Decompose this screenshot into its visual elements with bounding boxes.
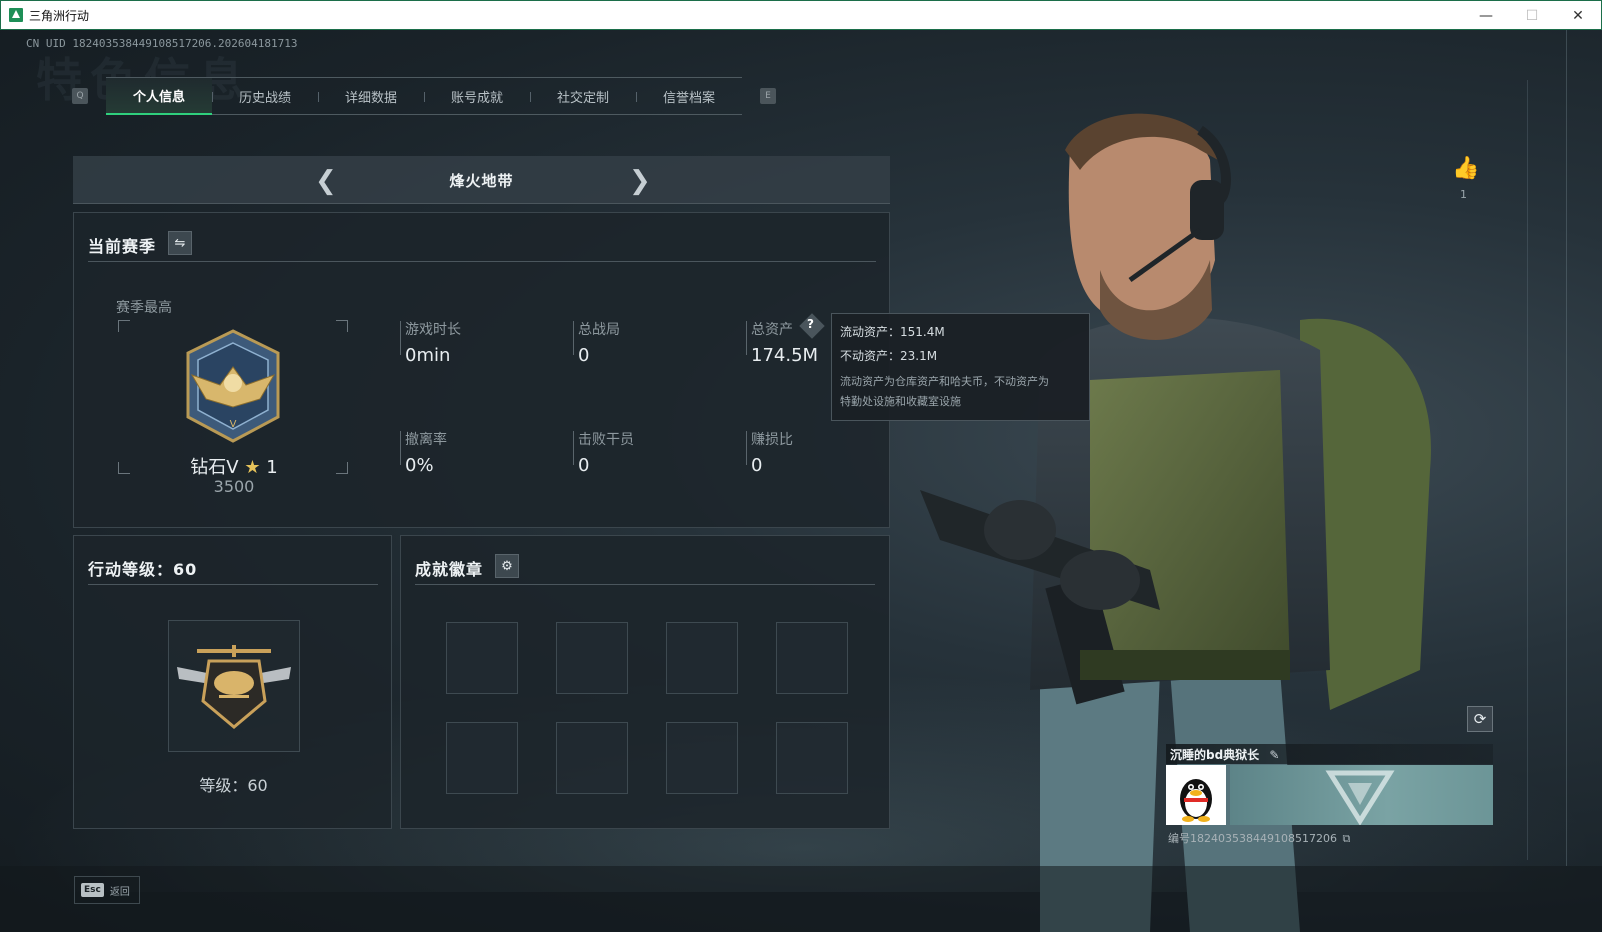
badge-slot[interactable] [446,722,518,794]
frame-line [1527,80,1528,860]
delta-force-logo-icon [1325,770,1395,826]
divider [415,584,875,585]
badge-slot[interactable] [776,622,848,694]
fixed-assets: 不动资产：23.1M [840,349,938,363]
copy-icon[interactable]: ⧉ [1342,832,1350,845]
bottom-bar [0,866,1602,932]
next-tab-key-hint[interactable]: E [760,88,776,104]
frame-corner [336,320,348,332]
total-games-value: 0 [578,345,590,366]
liquid-assets: 流动资产：151.4M [840,325,945,339]
back-label: 返回 [109,886,130,898]
badge-slot[interactable] [556,722,628,794]
level-label: 等级：60 [199,776,268,795]
tab-bar: Q 个人信息 历史战绩 详细数据 账号成就 社交定制 信誉档案 E [72,77,776,115]
asset-description-line2: 特勤处设施和收藏室设施 [840,395,961,408]
profit-ratio-value: 0 [751,455,763,476]
rank-star-icon: ★ [244,457,261,478]
divider [88,584,378,585]
diamond-rank-emblem-icon: V [186,329,280,443]
uid-line: CN UID 1824035384491085172​06.2026041817… [26,37,298,50]
window-title: 三角洲行动 [29,8,90,23]
badge-slot[interactable] [446,622,518,694]
total-assets-value: 174.5M [751,345,819,366]
level-emblem-frame [168,620,300,752]
achievement-badges-panel: 成就徽章 ⚙ [400,535,890,829]
helicopter-level-emblem-icon [177,645,291,729]
like-count: 1 [1460,188,1467,201]
kills-label: 击败干员 [578,432,634,448]
kills-value: 0 [578,455,590,476]
badge-slot[interactable] [666,622,738,694]
divider [573,431,574,465]
tab-social-customization[interactable]: 社交定制 [530,78,636,115]
rank-name-line: 钻石V ★ 1 [114,453,354,479]
refresh-icon[interactable]: ⟳ [1467,706,1493,732]
edit-name-icon[interactable]: ✎ [1269,748,1279,762]
mode-selector: ❮ 烽火地带 ❯ [73,156,890,204]
total-games-label: 总战局 [578,322,620,338]
divider [573,321,574,355]
help-icon[interactable]: ? [807,317,814,331]
tab-match-history[interactable]: 历史战绩 [212,78,318,115]
extract-rate-label: 撤离率 [405,432,447,448]
maximize-button[interactable]: ☐ [1509,1,1555,30]
rank-star-count: 1 [266,457,278,478]
action-level-panel: 行动等级：60 等级：60 [73,535,392,829]
badge-slot[interactable] [776,722,848,794]
total-assets-label: 总资产 [751,322,793,338]
svg-text:V: V [230,419,237,430]
play-time-label: 游戏时长 [405,322,461,338]
swap-season-icon[interactable]: ⇋ [168,231,192,255]
tab-personal-info[interactable]: 个人信息 [106,78,212,115]
frame-line [1566,30,1567,866]
player-id: 编号1824035384491085172​06 ⧉ [1168,830,1350,846]
app-logo-icon [9,8,23,22]
game-viewport: 特色信息 CN UID 1824035384491085172​06.20260… [0,30,1602,932]
asset-tooltip: 流动资产：151.4M 不动资产：23.1M 流动资产为仓库资产和哈夫币，不动资… [831,313,1090,421]
rank-points: 3500 [213,477,255,496]
divider [400,431,401,465]
divider [746,321,747,355]
mode-name: 烽火地带 [449,172,514,190]
profit-ratio-label: 赚损比 [751,432,793,448]
badges-heading: 成就徽章 [415,560,484,579]
divider [88,261,876,262]
gear-icon[interactable]: ⚙ [495,554,519,578]
tab-detailed-data[interactable]: 详细数据 [318,78,424,115]
extract-rate-value: 0% [405,455,434,476]
play-time-value: 0min [405,345,451,366]
chevron-right-icon[interactable]: ❯ [629,166,651,196]
back-button[interactable]: Esc 返回 [74,876,140,904]
close-button[interactable]: ✕ [1555,1,1601,30]
player-card-banner [1230,765,1493,826]
avatar[interactable] [1166,765,1226,825]
season-best-label: 赛季最高 [116,300,172,316]
tab-reputation-record[interactable]: 信誉档案 [636,78,742,115]
divider [400,321,401,355]
season-heading: 当前赛季 [88,237,157,256]
player-name-bar: 沉睡的bd典狱长 ✎ [1166,744,1493,764]
esc-key-hint: Esc [81,883,104,897]
penguin-avatar-icon [1180,779,1212,822]
frame-corner [118,320,130,332]
tabs: 个人信息 历史战绩 详细数据 账号成就 社交定制 信誉档案 [106,77,742,115]
tab-account-achievements[interactable]: 账号成就 [424,78,530,115]
window-controls: — ☐ ✕ [1463,1,1601,31]
player-name: 沉睡的bd典狱长 [1170,748,1260,762]
badge-slot[interactable] [666,722,738,794]
divider [746,431,747,465]
badge-slot[interactable] [556,622,628,694]
current-season-panel: 当前赛季 ⇋ 赛季最高 V 钻石V ★ 1 3500 游戏时长 0min 总战局… [73,212,890,528]
minimize-button[interactable]: — [1463,1,1509,30]
level-heading: 行动等级：60 [88,560,198,579]
rank-name: 钻石V [190,457,239,478]
window-titlebar: 三角洲行动 — ☐ ✕ [0,0,1602,30]
prev-tab-key-hint[interactable]: Q [72,88,88,104]
asset-description-line1: 流动资产为仓库资产和哈夫币，不动资产为 [840,375,1049,388]
thumbs-up-icon[interactable]: 👍 [1452,156,1479,181]
player-id-text: 编号1824035384491085172​06 [1168,832,1337,845]
